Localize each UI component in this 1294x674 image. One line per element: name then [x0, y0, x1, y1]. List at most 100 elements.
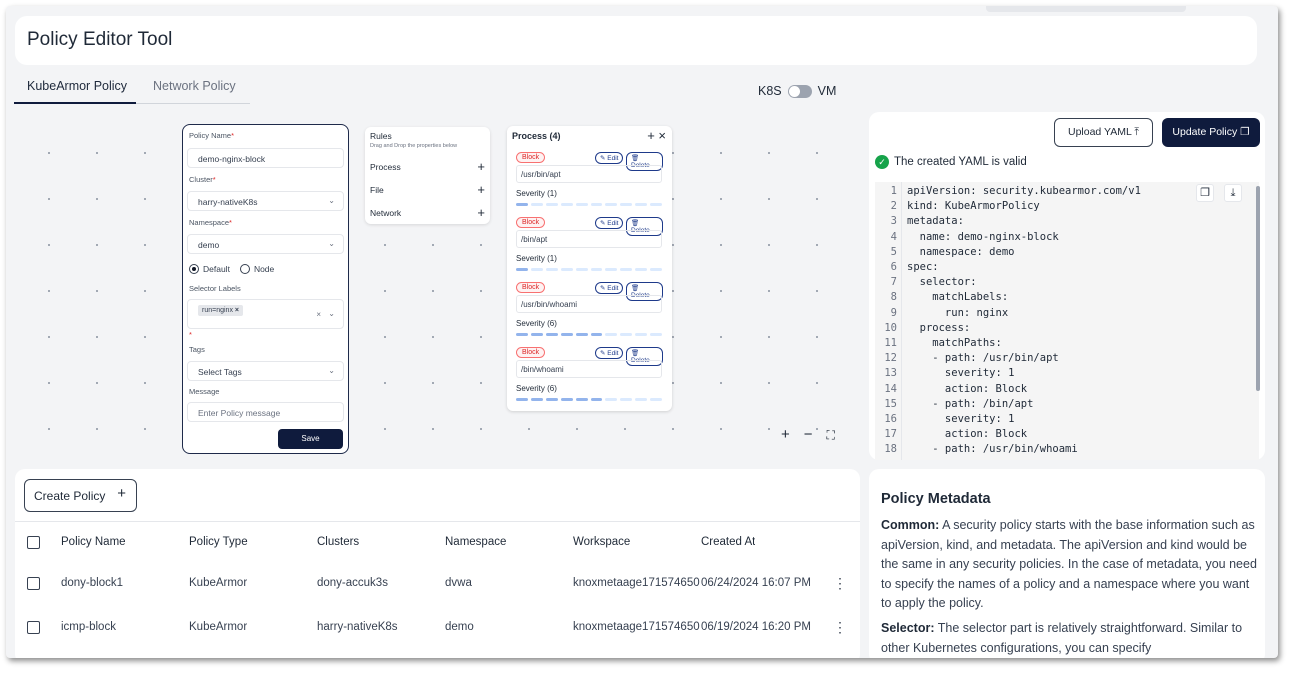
radio-node-label: Node	[253, 264, 275, 274]
code-text: - path: /bin/apt	[907, 397, 1034, 410]
rule-item-process[interactable]: Process +	[370, 159, 485, 174]
code-line: 7 selector:	[875, 276, 1255, 291]
copy-icon: ❐	[1240, 126, 1250, 138]
radio-default[interactable]	[189, 264, 199, 274]
process-path-input[interactable]: /bin/whoami	[516, 360, 662, 378]
edit-button[interactable]: ✎ Edit	[595, 282, 624, 294]
row-checkbox[interactable]	[27, 621, 40, 634]
rules-subtitle: Drag and Drop the properties below	[370, 143, 458, 149]
column-header[interactable]: Clusters	[317, 536, 359, 548]
tab-kubearmor-policy[interactable]: KubeArmor Policy	[27, 79, 127, 93]
severity-bar[interactable]	[516, 398, 663, 401]
severity-segment	[530, 268, 543, 271]
edit-button[interactable]: ✎ Edit	[595, 347, 624, 359]
add-icon[interactable]: +	[477, 182, 485, 197]
line-number: 7	[890, 276, 897, 289]
update-policy-button[interactable]: Update Policy ❐	[1162, 118, 1260, 147]
process-path-input[interactable]: /bin/apt	[516, 230, 662, 248]
selector-labels-input[interactable]: run=nginx × × ⌄	[187, 299, 344, 329]
k8s-vm-toggle[interactable]: K8S VM	[758, 84, 836, 98]
message-input[interactable]: Enter Policy message	[187, 402, 344, 422]
select-all-checkbox[interactable]	[27, 536, 40, 549]
severity-segment	[560, 333, 573, 336]
severity-segment	[590, 268, 603, 271]
chevron-down-icon: ⌄	[328, 366, 335, 375]
severity-bar[interactable]	[516, 333, 663, 336]
rule-item-network[interactable]: Network +	[370, 205, 485, 220]
upload-yaml-button[interactable]: Upload YAML ⤒	[1054, 118, 1153, 147]
table-cell: KubeArmor	[189, 577, 248, 589]
process-path-input[interactable]: /usr/bin/whoami	[516, 295, 662, 313]
table-cell: dvwa	[445, 577, 472, 589]
fit-view-icon[interactable]: ⛶	[827, 426, 835, 444]
save-button[interactable]: Save	[278, 429, 343, 449]
column-header[interactable]: Namespace	[445, 536, 506, 548]
tags-select[interactable]: Select Tags ⌄	[187, 361, 344, 381]
copy-icon[interactable]: ❐	[1196, 184, 1214, 202]
download-icon[interactable]: ⤓	[1224, 184, 1242, 202]
add-icon[interactable]: +	[477, 205, 485, 220]
rule-item-file[interactable]: File +	[370, 182, 485, 197]
code-line: 3 metadata:	[875, 215, 1255, 230]
cluster-select[interactable]: harry-nativeK8s ⌄	[187, 191, 344, 211]
chevron-down-icon: ⌄	[328, 239, 335, 248]
column-header[interactable]: Policy Name	[61, 536, 126, 548]
app-window: Policy Editor Tool KubeArmor Policy Netw…	[6, 6, 1278, 658]
severity-segment	[560, 268, 573, 271]
column-header[interactable]: Workspace	[573, 536, 630, 548]
severity-segment	[575, 203, 588, 206]
rules-card: Rules Drag and Drop the properties below…	[365, 127, 490, 224]
policy-name-input[interactable]: demo-nginx-block	[187, 148, 344, 168]
severity-bar[interactable]	[516, 268, 663, 271]
code-line: 18 - path: /usr/bin/whoami	[875, 443, 1255, 458]
plus-icon: +	[117, 485, 126, 502]
line-number: 14	[884, 382, 897, 395]
code-text: selector:	[907, 276, 977, 289]
code-scrollbar[interactable]	[1256, 186, 1260, 391]
edit-button[interactable]: ✎ Edit	[595, 152, 624, 164]
close-icon[interactable]: ×	[658, 128, 666, 143]
zoom-in-icon[interactable]: +	[781, 426, 790, 444]
more-options-icon[interactable]: ⋮	[833, 619, 847, 636]
process-path-input[interactable]: /usr/bin/apt	[516, 165, 662, 183]
line-number: 2	[890, 200, 897, 213]
severity-segment	[545, 268, 558, 271]
policy-form-card: Policy Name* demo-nginx-block Cluster* h…	[182, 124, 349, 454]
add-icon[interactable]: +	[647, 128, 655, 143]
severity-segment	[560, 203, 573, 206]
add-icon[interactable]: +	[477, 159, 485, 174]
code-text: namespace: demo	[907, 245, 1015, 258]
severity-segment	[590, 203, 603, 206]
table-cell: harry-nativeK8s	[317, 621, 398, 633]
edit-button[interactable]: ✎ Edit	[595, 217, 624, 229]
tab-network-policy[interactable]: Network Policy	[153, 79, 236, 93]
severity-label: Severity (1)	[516, 189, 557, 198]
code-text: process:	[907, 321, 971, 334]
create-policy-button[interactable]: Create Policy +	[24, 479, 137, 512]
rules-title: Rules	[370, 131, 392, 141]
severity-segment	[545, 398, 558, 401]
radio-node[interactable]	[239, 264, 250, 274]
line-number: 1	[890, 185, 897, 197]
toggle-switch[interactable]	[787, 84, 812, 98]
radio-default-label: Default	[203, 264, 230, 274]
severity-segment	[545, 333, 558, 336]
severity-segment	[605, 398, 618, 401]
yaml-code-editor[interactable]: 1 apiVersion: security.kubearmor.com/v1 2 k…	[875, 182, 1259, 460]
remove-chip-icon[interactable]: ×	[235, 307, 239, 314]
severity-segment	[530, 333, 543, 336]
more-options-icon[interactable]: ⋮	[833, 575, 847, 592]
severity-bar[interactable]	[516, 203, 663, 206]
clear-icon[interactable]: ×	[316, 310, 321, 319]
code-text: kind: KubeArmorPolicy	[907, 200, 1040, 213]
policies-table-panel: Create Policy + Policy Name Policy Type Clu…	[15, 469, 860, 658]
code-text: - path: /usr/bin/apt	[907, 352, 1059, 365]
severity-segment	[605, 268, 618, 271]
column-header[interactable]: Policy Type	[189, 536, 248, 548]
line-number: 3	[890, 215, 897, 228]
row-checkbox[interactable]	[27, 577, 40, 590]
namespace-select[interactable]: demo ⌄	[187, 234, 344, 254]
selector-type-radio-group: Default Node	[189, 264, 274, 274]
column-header[interactable]: Created At	[701, 536, 755, 548]
zoom-out-icon[interactable]: −	[804, 426, 813, 444]
